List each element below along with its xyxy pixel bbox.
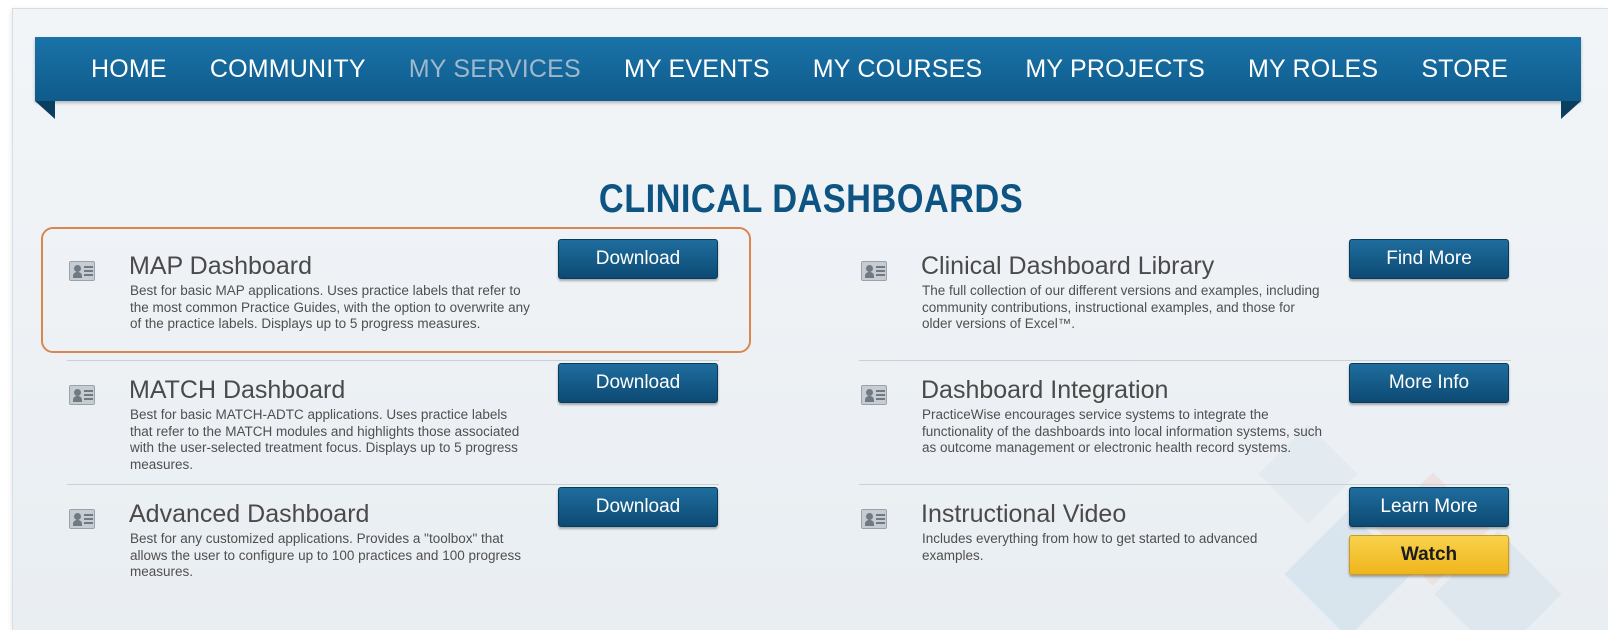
nav-item-community[interactable]: COMMUNITY xyxy=(210,55,366,84)
item-title: MAP Dashboard xyxy=(129,252,312,280)
ribbon-fold-right xyxy=(1561,101,1581,119)
contact-card-icon xyxy=(69,261,95,281)
item-title: Clinical Dashboard Library xyxy=(921,252,1215,280)
item-title: Instructional Video xyxy=(921,500,1127,528)
item-description: PracticeWise encourages service systems … xyxy=(922,407,1322,455)
download-button[interactable]: Download xyxy=(558,239,718,279)
nav-item-my-events[interactable]: MY EVENTS xyxy=(624,55,770,84)
contact-card-icon xyxy=(69,385,95,405)
ribbon-fold-left xyxy=(35,101,55,119)
nav-item-my-services[interactable]: MY SERVICES xyxy=(409,55,581,84)
nav-item-store[interactable]: STORE xyxy=(1421,55,1508,84)
nav-item-my-roles[interactable]: MY ROLES xyxy=(1248,55,1378,84)
item-title: Dashboard Integration xyxy=(921,376,1169,404)
contact-card-icon xyxy=(861,385,887,405)
divider xyxy=(67,484,719,485)
item-description: Includes everything from how to get star… xyxy=(922,531,1258,563)
more-info-button[interactable]: More Info xyxy=(1349,363,1509,403)
item-description: Best for any customized applications. Pr… xyxy=(130,531,521,579)
download-button[interactable]: Download xyxy=(558,363,718,403)
learn-more-button[interactable]: Learn More xyxy=(1349,487,1509,527)
item-title: Advanced Dashboard xyxy=(129,500,370,528)
divider xyxy=(67,360,719,361)
contact-card-icon xyxy=(861,261,887,281)
watch-button[interactable]: Watch xyxy=(1349,535,1509,575)
item-description: Best for basic MATCH-ADTC applications. … xyxy=(130,407,520,472)
download-button[interactable]: Download xyxy=(558,487,718,527)
contact-card-icon xyxy=(69,509,95,529)
contact-card-icon xyxy=(861,509,887,529)
find-more-button[interactable]: Find More xyxy=(1349,239,1509,279)
item-description: Best for basic MAP applications. Uses pr… xyxy=(130,283,530,331)
nav-item-my-projects[interactable]: MY PROJECTS xyxy=(1025,55,1205,84)
divider xyxy=(859,484,1511,485)
page-title: CLINICAL DASHBOARDS xyxy=(598,177,1024,221)
main-nav: HOME COMMUNITY MY SERVICES MY EVENTS MY … xyxy=(35,37,1581,101)
nav-item-my-courses[interactable]: MY COURSES xyxy=(813,55,983,84)
page-frame: HOME COMMUNITY MY SERVICES MY EVENTS MY … xyxy=(12,8,1608,630)
item-title: MATCH Dashboard xyxy=(129,376,346,404)
divider xyxy=(859,360,1511,361)
item-description: The full collection of our different ver… xyxy=(922,283,1320,331)
nav-item-home[interactable]: HOME xyxy=(91,55,167,84)
